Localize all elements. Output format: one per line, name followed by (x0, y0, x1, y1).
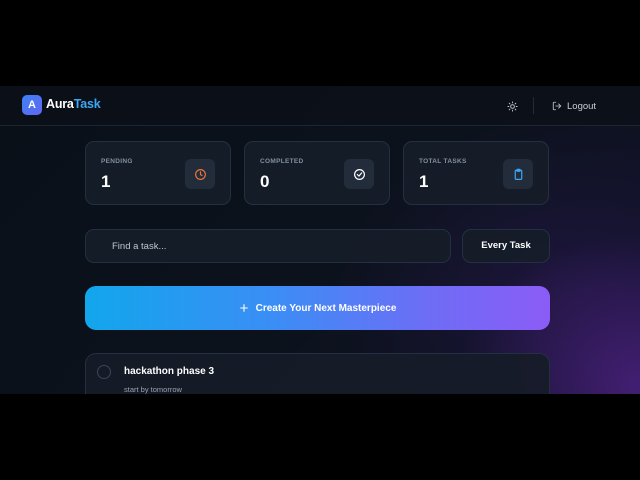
clock-icon (194, 168, 206, 180)
navbar: A AuraTask Logout (0, 86, 640, 126)
brand-part-2: Task (73, 97, 101, 111)
search-box (85, 229, 451, 263)
stat-value: 1 (419, 172, 429, 191)
search-input[interactable] (86, 230, 450, 262)
task-description: start by tomorrow (124, 385, 182, 394)
create-task-button[interactable]: Create Your Next Masterpiece (85, 286, 550, 330)
logo-badge: A (22, 95, 42, 115)
clipboard-icon (514, 168, 522, 180)
task-checkbox[interactable] (97, 365, 111, 379)
logout-icon (552, 101, 562, 111)
stat-label: TOTAL TASKS (419, 158, 467, 165)
stat-card-completed: COMPLETED 0 (244, 141, 390, 205)
app-window: A AuraTask Logout PENDING 1 COMPLETED 0 … (0, 86, 640, 394)
logout-button[interactable]: Logout (552, 96, 596, 116)
stat-icon-box (503, 159, 533, 189)
stat-value: 1 (101, 172, 111, 191)
stat-icon-box (344, 159, 374, 189)
stat-icon-box (185, 159, 215, 189)
task-item[interactable]: hackathon phase 3 start by tomorrow (85, 353, 550, 394)
theme-toggle-button[interactable] (502, 96, 522, 116)
stat-card-pending: PENDING 1 (85, 141, 231, 205)
stat-label: COMPLETED (260, 158, 304, 165)
create-task-label: Create Your Next Masterpiece (255, 302, 397, 314)
nav-divider (533, 97, 534, 114)
task-title: hackathon phase 3 (124, 366, 215, 377)
stat-label: PENDING (101, 158, 133, 165)
stat-value: 0 (260, 172, 270, 191)
stat-card-total: TOTAL TASKS 1 (403, 141, 549, 205)
plus-icon (239, 304, 248, 312)
sun-icon (506, 100, 518, 112)
check-circle-icon (353, 168, 365, 180)
filter-dropdown[interactable]: Every Task (462, 229, 550, 263)
logout-label: Logout (567, 100, 597, 112)
brand-part-1: Aura (46, 97, 74, 111)
brand-name: AuraTask (46, 97, 101, 111)
